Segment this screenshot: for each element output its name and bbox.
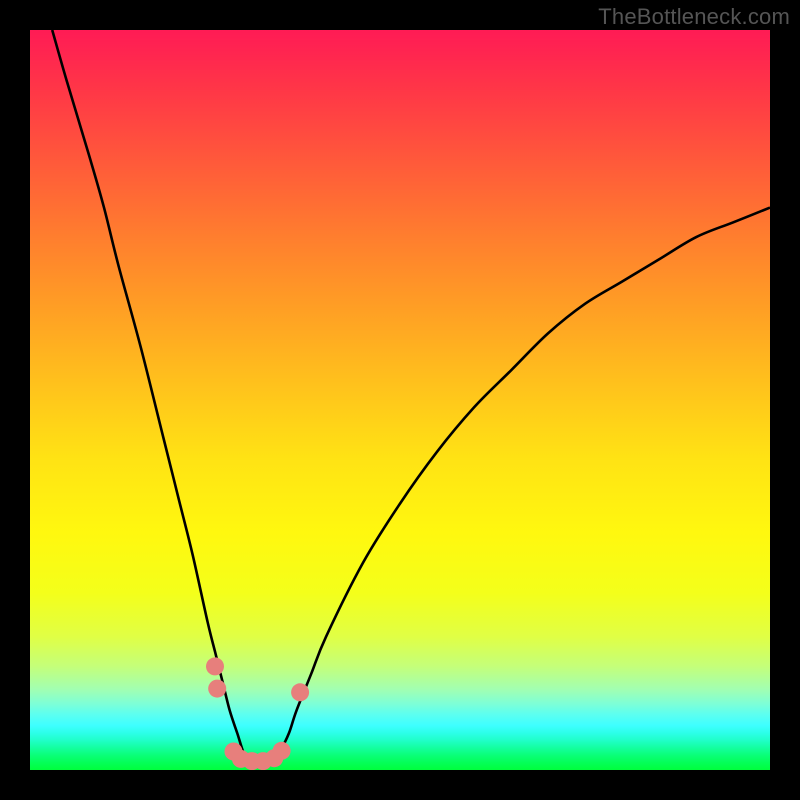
plot-area <box>30 30 770 770</box>
bottleneck-curve-svg <box>30 30 770 770</box>
watermark-text: TheBottleneck.com <box>598 4 790 30</box>
chart-frame: TheBottleneck.com <box>0 0 800 800</box>
curve-marker <box>206 657 224 675</box>
curve-marker <box>291 683 309 701</box>
curve-marker <box>273 742 291 760</box>
bottleneck-curve-path <box>52 30 770 763</box>
curve-marker <box>208 680 226 698</box>
